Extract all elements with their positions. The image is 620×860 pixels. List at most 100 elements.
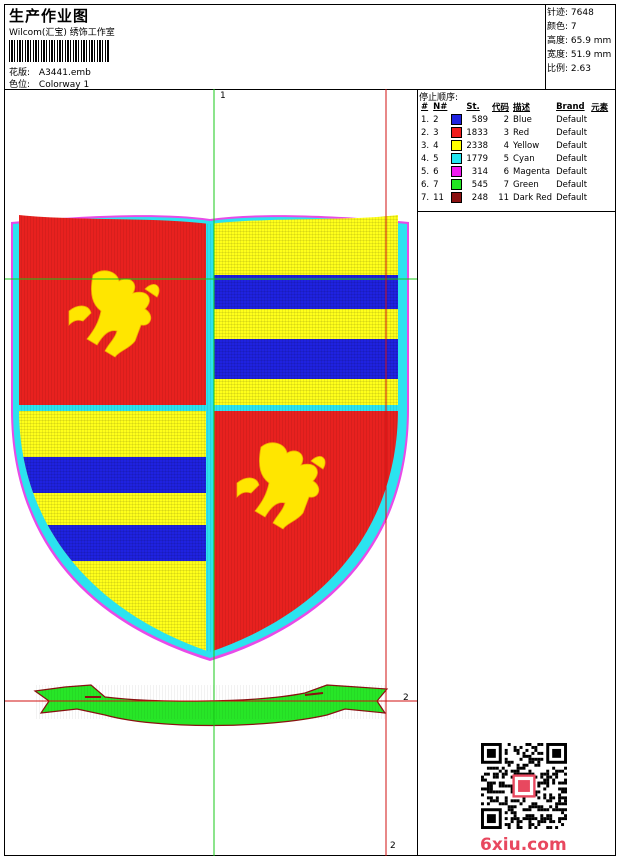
row-stitches: 2338	[466, 140, 489, 151]
col-code: 代码	[492, 103, 510, 113]
row-swatch	[449, 139, 464, 152]
production-sheet: 生产作业图 Wilcom(汇宝) 绣饰工作室 花版: A3441.emb 色位:…	[4, 4, 616, 856]
row-brand: Default	[556, 192, 588, 203]
design-preview	[5, 89, 417, 856]
col-element: 元素	[591, 103, 609, 113]
col-stitches: St.	[466, 102, 480, 112]
row-element	[589, 139, 610, 152]
row-description: Red	[513, 127, 530, 138]
row-brand: Default	[556, 140, 588, 151]
table-row: 2. 3 1833 3 Red Default	[419, 126, 610, 139]
page-title: 生产作业图	[9, 7, 90, 25]
row-stitches: 248	[471, 192, 489, 203]
row-index: 2.	[421, 127, 430, 138]
row-needle: 6	[433, 166, 439, 177]
table-row: 5. 6 314 6 Magenta Default	[419, 165, 610, 178]
header-divider	[545, 5, 546, 89]
row-description: Blue	[513, 114, 532, 125]
row-needle: 5	[433, 153, 439, 164]
design-canvas: 1 2 2	[5, 89, 417, 856]
color-swatch	[451, 127, 463, 138]
row-code: 5	[503, 153, 510, 164]
design-stats: 针迹: 7648 颜色: 7 高度: 65.9 mm 宽度: 51.9 mm 比…	[547, 6, 611, 76]
row-code: 2	[503, 114, 510, 125]
row-brand: Default	[556, 127, 588, 138]
row-stitches: 314	[471, 166, 489, 177]
table-row: 7. 11 248 11 Dark Red Default	[419, 191, 610, 204]
color-swatch	[451, 179, 463, 190]
color-swatch	[451, 153, 463, 164]
qr-code	[481, 743, 567, 829]
watermark-logo: 6xiu.com	[480, 835, 567, 855]
row-element	[589, 165, 610, 178]
row-brand: Default	[556, 179, 588, 190]
row-needle: 3	[433, 127, 439, 138]
color-swatch	[451, 140, 463, 151]
color-swatch	[451, 114, 463, 125]
design-width: 宽度: 51.9 mm	[547, 50, 612, 60]
color-count: 颜色: 7	[547, 22, 577, 32]
row-stitches: 589	[471, 114, 489, 125]
ribbon-banner	[33, 684, 389, 727]
row-index: 4.	[421, 153, 430, 164]
row-needle: 7	[433, 179, 439, 190]
row-element	[589, 126, 610, 139]
row-code: 6	[503, 166, 510, 177]
stop-sequence-panel: 停止顺序: # N# St. 代码 描述 Brand 元素 1. 2 589 2 Blu…	[417, 89, 616, 856]
stitch-count: 针迹: 7648	[547, 8, 594, 18]
row-element	[589, 191, 610, 204]
table-row: 3. 4 2338 4 Yellow Default	[419, 139, 610, 152]
row-description: Magenta	[513, 166, 551, 177]
table-header: # N# St. 代码 描述 Brand 元素	[419, 101, 610, 113]
row-description: Dark Red	[513, 192, 553, 203]
table-row: 4. 5 1779 5 Cyan Default	[419, 152, 610, 165]
row-swatch	[449, 178, 464, 191]
row-swatch	[449, 113, 464, 126]
row-needle: 11	[433, 192, 444, 203]
row-swatch	[449, 165, 464, 178]
table-bottom-rule	[417, 211, 616, 212]
color-swatch	[451, 166, 463, 177]
row-needle: 4	[433, 140, 439, 151]
row-needle: 2	[433, 114, 439, 125]
col-description: 描述	[513, 103, 531, 113]
col-brand: Brand	[556, 102, 585, 112]
design-height: 高度: 65.9 mm	[547, 36, 612, 46]
row-code: 4	[503, 140, 510, 151]
col-index: #	[421, 102, 429, 112]
color-sequence-table: # N# St. 代码 描述 Brand 元素 1. 2 589 2 Blue Defau…	[419, 101, 610, 204]
guide-label-bottom: 2	[390, 841, 396, 851]
row-index: 5.	[421, 166, 430, 177]
table-row: 6. 7 545 7 Green Default	[419, 178, 610, 191]
row-description: Yellow	[513, 140, 540, 151]
row-brand: Default	[556, 114, 588, 125]
row-index: 3.	[421, 140, 430, 151]
row-code: 7	[503, 179, 510, 190]
row-element	[589, 113, 610, 126]
guide-label-right: 2	[403, 693, 409, 703]
color-swatch	[451, 192, 463, 203]
col-needle: N#	[433, 102, 448, 112]
software-subtitle: Wilcom(汇宝) 绣饰工作室	[9, 28, 115, 38]
row-brand: Default	[556, 153, 588, 164]
row-swatch	[449, 152, 464, 165]
row-swatch	[449, 126, 464, 139]
row-swatch	[449, 191, 464, 204]
row-brand: Default	[556, 166, 588, 177]
row-code: 3	[503, 127, 510, 138]
col-swatch	[449, 101, 464, 113]
row-stitches: 1779	[466, 153, 489, 164]
row-element	[589, 152, 610, 165]
barcode	[9, 40, 109, 62]
table-row: 1. 2 589 2 Blue Default	[419, 113, 610, 126]
row-element	[589, 178, 610, 191]
row-index: 7.	[421, 192, 430, 203]
guide-label-top: 1	[220, 91, 226, 101]
row-stitches: 545	[471, 179, 489, 190]
scale-ratio: 比例: 2.63	[547, 64, 591, 74]
row-stitches: 1833	[466, 127, 489, 138]
row-description: Cyan	[513, 153, 535, 164]
row-description: Green	[513, 179, 539, 190]
row-index: 1.	[421, 114, 430, 125]
row-code: 11	[498, 192, 510, 203]
